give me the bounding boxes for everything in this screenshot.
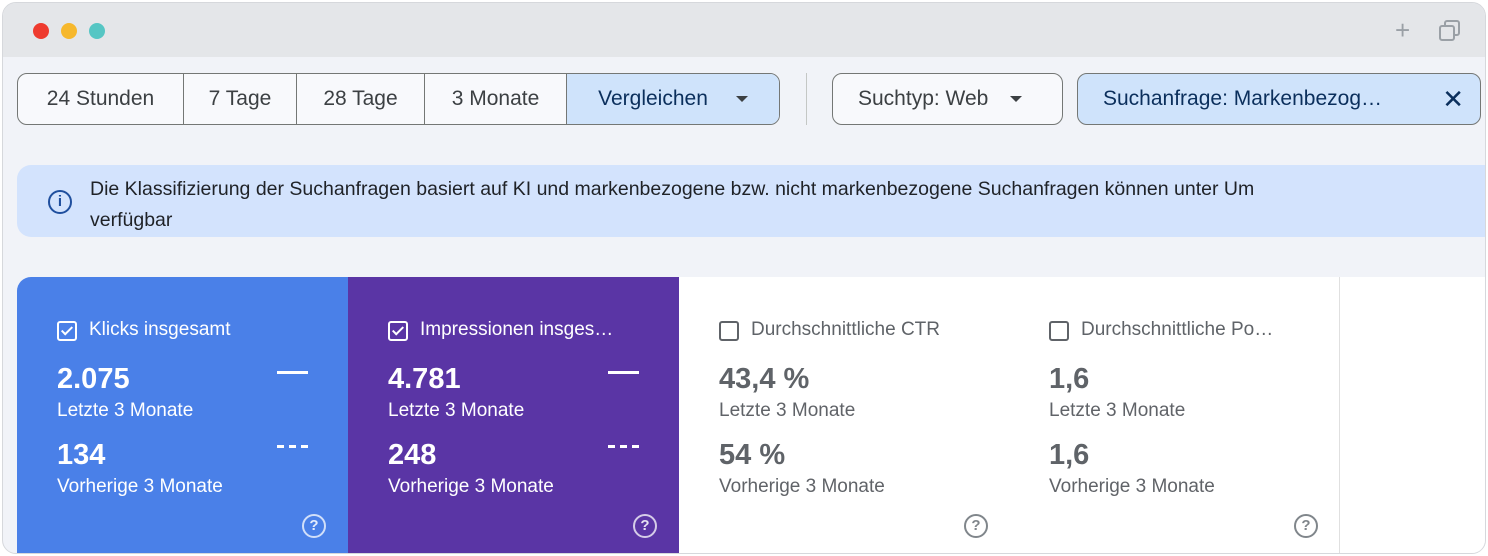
current-period-label: Letzte 3 Monate [719,400,856,421]
info-banner: i Die Klassifizierung der Suchanfragen b… [17,165,1485,237]
previous-period-label: Vorherige 3 Monate [719,476,885,497]
current-value: 4.781 [388,363,461,395]
previous-value: 134 [57,439,106,471]
metric-card-position[interactable]: Durchschnittliche Po… 1,6 Letzte 3 Monat… [1009,277,1340,553]
previous-value: 1,6 [1049,439,1090,471]
previous-period-label: Vorherige 3 Monate [57,476,223,497]
solid-line-legend-icon [277,371,308,374]
metric-title: Durchschnittliche CTR [751,319,940,340]
checkbox-checked[interactable] [388,321,408,341]
close-icon[interactable]: ✕ [1442,85,1464,113]
range-3-months[interactable]: 3 Monate [425,74,567,124]
window-copy-icon[interactable] [1439,20,1461,42]
help-icon[interactable]: ? [964,514,988,538]
metric-title: Impressionen insges… [420,319,614,340]
minimize-window-button[interactable] [61,23,77,39]
current-period-label: Letzte 3 Monate [57,400,194,421]
current-value: 2.075 [57,363,130,395]
metric-title: Durchschnittliche Po… [1081,319,1274,340]
previous-period-label: Vorherige 3 Monate [1049,476,1215,497]
metric-card-ctr[interactable]: Durchschnittliche CTR 43,4 % Letzte 3 Mo… [679,277,1010,553]
search-type-filter[interactable]: Suchtyp: Web [832,73,1063,125]
metric-title: Klicks insgesamt [89,319,231,340]
previous-period-label: Vorherige 3 Monate [388,476,554,497]
previous-value: 248 [388,439,437,471]
help-icon[interactable]: ? [302,514,326,538]
close-window-button[interactable] [33,23,49,39]
checkbox-checked[interactable] [57,321,77,341]
range-24-hours[interactable]: 24 Stunden [18,74,184,124]
chevron-down-icon [1010,96,1023,102]
dashed-line-legend-icon [608,445,639,448]
info-icon: i [48,190,72,214]
info-banner-text: Die Klassifizierung der Suchanfragen bas… [90,174,1485,236]
title-bar: + [3,3,1485,57]
query-filter-label: Suchanfrage: Markenbezog… [1103,87,1382,110]
date-range-selector: 24 Stunden 7 Tage 28 Tage 3 Monate Vergl… [17,73,780,125]
current-period-label: Letzte 3 Monate [388,400,525,421]
filter-toolbar: 24 Stunden 7 Tage 28 Tage 3 Monate Vergl… [3,57,1485,143]
checkbox-unchecked[interactable] [719,321,739,341]
new-tab-icon[interactable]: + [1395,17,1410,43]
search-type-label: Suchtyp: Web [858,87,989,110]
compare-label: Vergleichen [598,87,708,110]
range-7-days[interactable]: 7 Tage [184,74,297,124]
toolbar-divider [806,73,807,125]
metric-cards: Klicks insgesamt 2.075 Letzte 3 Monate 1… [17,277,1485,553]
solid-line-legend-icon [608,371,639,374]
help-icon[interactable]: ? [1294,514,1318,538]
checkbox-unchecked[interactable] [1049,321,1069,341]
metric-card-clicks[interactable]: Klicks insgesamt 2.075 Letzte 3 Monate 1… [17,277,348,553]
info-banner-line-2: verfügbar [90,209,173,231]
dashed-line-legend-icon [277,445,308,448]
previous-value: 54 % [719,439,786,471]
maximize-window-button[interactable] [89,23,105,39]
info-banner-line-1: Die Klassifizierung der Suchanfragen bas… [90,178,1255,200]
query-filter-chip[interactable]: Suchanfrage: Markenbezog… ✕ [1077,73,1481,125]
browser-window: + 24 Stunden 7 Tage 28 Tage 3 Monate Ver… [2,2,1486,554]
current-period-label: Letzte 3 Monate [1049,400,1186,421]
chevron-down-icon [735,96,748,102]
current-value: 1,6 [1049,363,1090,395]
compare-dropdown[interactable]: Vergleichen [567,74,779,124]
metric-card-empty [1340,277,1485,553]
help-icon[interactable]: ? [633,514,657,538]
range-28-days[interactable]: 28 Tage [297,74,425,124]
current-value: 43,4 % [719,363,810,395]
metric-card-impressions[interactable]: Impressionen insges… 4.781 Letzte 3 Mona… [348,277,679,553]
